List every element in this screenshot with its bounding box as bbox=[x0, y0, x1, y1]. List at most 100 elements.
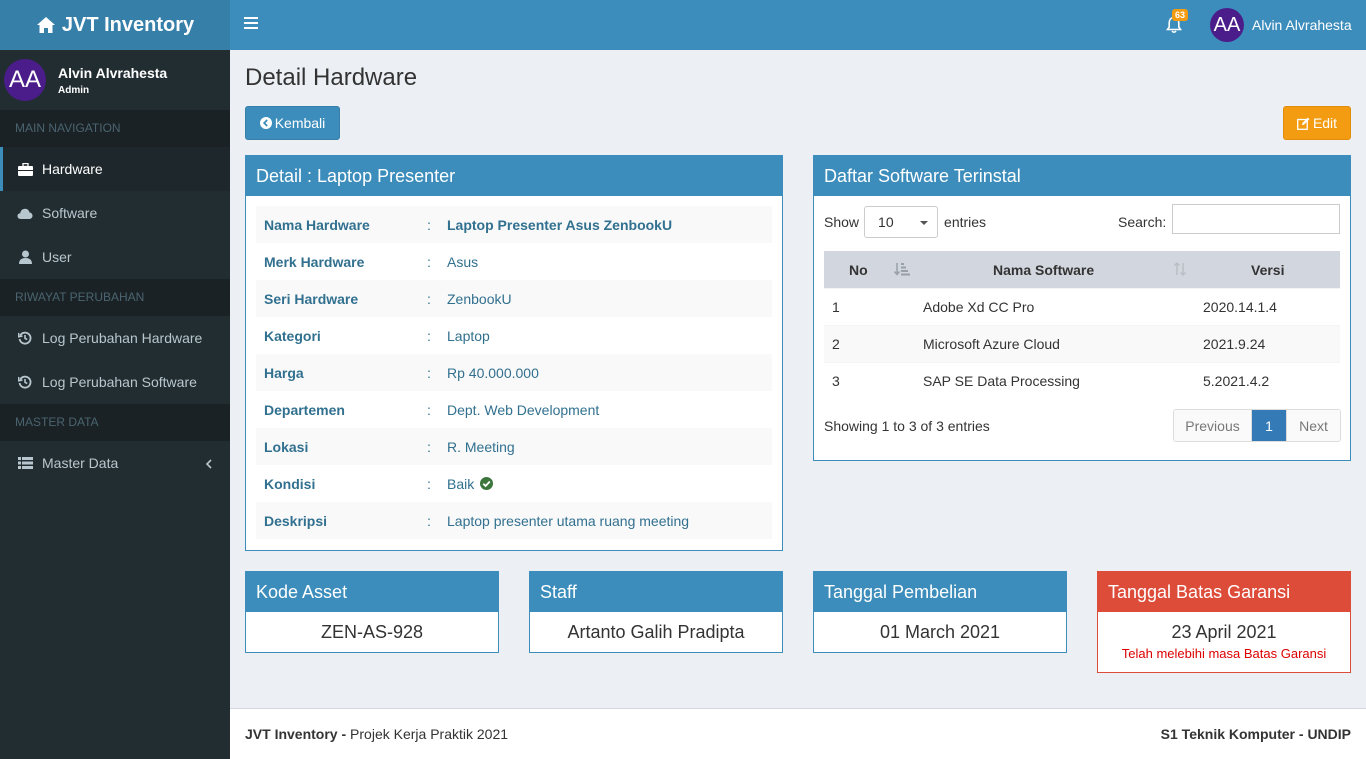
sort-icon[interactable] bbox=[1173, 262, 1187, 279]
table-row: 3 SAP SE Data Processing 5.2021.4.2 bbox=[824, 362, 1340, 399]
caret-down-icon bbox=[920, 221, 929, 225]
datatable-controls: Show 10 entries Search: bbox=[824, 204, 1340, 238]
app-title: JVT Inventory bbox=[61, 13, 195, 36]
nav-header-main: MAIN NAVIGATION bbox=[0, 110, 230, 147]
pagination: Previous 1 Next bbox=[1173, 409, 1341, 442]
briefcase-icon bbox=[17, 161, 33, 177]
footer-brand: JVT Inventory bbox=[245, 726, 338, 742]
software-box: Daftar Software Terinstal Show 10 entrie… bbox=[813, 155, 1351, 461]
back-button[interactable]: Kembali bbox=[245, 106, 340, 140]
detail-row: Harga: Rp 40.000.000 bbox=[256, 354, 772, 391]
table-cell-name: Adobe Xd CC Pro bbox=[923, 299, 1035, 315]
edit-button[interactable]: Edit bbox=[1283, 106, 1351, 140]
nav-header-riwayat: RIWAYAT PERUBAHAN bbox=[0, 279, 230, 316]
history-icon bbox=[17, 374, 33, 390]
table-cell-no: 2 bbox=[832, 336, 840, 352]
sidebar: AA Alvin Alvrahesta Admin MAIN NAVIGATIO… bbox=[0, 50, 230, 759]
table-cell-version: 2020.14.1.4 bbox=[1203, 299, 1277, 315]
detail-row: Nama Hardware: Laptop Presenter Asus Zenb… bbox=[256, 206, 772, 243]
sidebar-item-label: Log Perubahan Software bbox=[42, 374, 197, 390]
detail-value: Baik bbox=[447, 476, 494, 492]
detail-separator: : bbox=[427, 401, 431, 418]
sidebar-item-label: Hardware bbox=[42, 161, 103, 177]
staff-title: Staff bbox=[530, 572, 782, 612]
list-icon bbox=[17, 455, 33, 471]
detail-value: Rp 40.000.000 bbox=[447, 364, 539, 381]
user-name: Alvin Alvrahesta bbox=[1252, 17, 1352, 33]
table-cell-name: SAP SE Data Processing bbox=[923, 373, 1080, 389]
edit-button-label: Edit bbox=[1312, 115, 1338, 131]
pagination-next-button[interactable]: Next bbox=[1286, 410, 1340, 441]
sidebar-toggle-icon[interactable] bbox=[244, 17, 258, 33]
show-label: Show bbox=[824, 214, 860, 230]
detail-key: Merk Hardware bbox=[264, 253, 365, 270]
table-cell-no: 3 bbox=[832, 373, 840, 389]
detail-key: Lokasi bbox=[264, 438, 309, 455]
page-length-value: 10 bbox=[878, 214, 894, 230]
detail-row: Departemen: Dept. Web Development bbox=[256, 391, 772, 428]
detail-box-title: Detail : Laptop Presenter bbox=[246, 156, 782, 196]
warranty-box: Tanggal Batas Garansi 23 April 2021 Tela… bbox=[1097, 571, 1351, 673]
detail-separator: : bbox=[427, 253, 431, 270]
sidebar-item-label: Log Perubahan Hardware bbox=[42, 330, 203, 346]
sidebar-item-log-software[interactable]: Log Perubahan Software bbox=[0, 360, 230, 404]
detail-value: Asus bbox=[447, 253, 479, 270]
sidebar-user-name: Alvin Alvrahesta bbox=[58, 64, 168, 81]
staff-value: Artanto Galih Pradipta bbox=[567, 621, 745, 642]
detail-key: Seri Hardware bbox=[264, 290, 359, 307]
detail-value: ZenbookU bbox=[447, 290, 512, 307]
detail-row: Kondisi: Baik bbox=[256, 465, 772, 502]
sidebar-item-hardware[interactable]: Hardware bbox=[0, 147, 230, 191]
detail-box: Detail : Laptop Presenter Nama Hardware:… bbox=[245, 155, 783, 551]
table-cell-version: 2021.9.24 bbox=[1203, 336, 1266, 352]
column-header-name[interactable]: Nama Software bbox=[923, 262, 1203, 278]
column-header-version[interactable]: Versi bbox=[1203, 262, 1340, 278]
footer-project: Projek Kerja Praktik 2021 bbox=[350, 726, 509, 742]
detail-table: Nama Hardware: Laptop Presenter Asus Zenb… bbox=[256, 206, 772, 539]
pagination-previous-button[interactable]: Previous bbox=[1174, 410, 1252, 441]
footer: JVT Inventory - Projek Kerja Praktik 202… bbox=[230, 708, 1366, 759]
sidebar-user-panel: AA Alvin Alvrahesta Admin bbox=[0, 50, 230, 110]
user-menu[interactable]: AA Alvin Alvrahesta bbox=[1210, 8, 1352, 42]
warranty-title: Tanggal Batas Garansi bbox=[1098, 572, 1350, 612]
purchase-date-value: 01 March 2021 bbox=[879, 621, 1001, 642]
detail-key: Departemen bbox=[264, 401, 345, 418]
footer-dash: - bbox=[341, 726, 347, 742]
purchase-date-title: Tanggal Pembelian bbox=[814, 572, 1066, 612]
detail-row: Lokasi: R. Meeting bbox=[256, 428, 772, 465]
warranty-date-value: 23 April 2021 bbox=[1171, 622, 1277, 642]
purchase-date-box: Tanggal Pembelian 01 March 2021 bbox=[813, 571, 1067, 653]
detail-row: Seri Hardware: ZenbookU bbox=[256, 280, 772, 317]
detail-key: Deskripsi bbox=[264, 512, 328, 529]
sidebar-item-log-hardware[interactable]: Log Perubahan Hardware bbox=[0, 316, 230, 360]
detail-separator: : bbox=[427, 327, 431, 344]
detail-separator: : bbox=[427, 290, 431, 307]
edit-icon bbox=[1296, 117, 1310, 130]
user-icon bbox=[17, 249, 33, 265]
table-info: Showing 1 to 3 of 3 entries bbox=[824, 418, 990, 434]
page-title: Detail Hardware bbox=[245, 64, 418, 91]
asset-code-value: ZEN-AS-928 bbox=[320, 621, 424, 642]
detail-row: Kategori: Laptop bbox=[256, 317, 772, 354]
search-label: Search: bbox=[1118, 214, 1167, 230]
pagination-page-button[interactable]: 1 bbox=[1252, 410, 1286, 441]
sidebar-item-master-data[interactable]: Master Data bbox=[0, 441, 230, 485]
detail-value: Laptop bbox=[447, 327, 490, 344]
sidebar-item-software[interactable]: Software bbox=[0, 191, 230, 235]
cloud-icon bbox=[17, 205, 33, 221]
avatar: AA bbox=[1210, 8, 1244, 42]
sidebar-item-user[interactable]: User bbox=[0, 235, 230, 279]
page-length-select[interactable]: 10 bbox=[864, 206, 939, 238]
detail-value: R. Meeting bbox=[447, 438, 515, 455]
detail-key: Harga bbox=[264, 364, 304, 381]
app-logo[interactable]: JVT Inventory bbox=[0, 0, 230, 50]
staff-box: Staff Artanto Galih Pradipta bbox=[529, 571, 783, 653]
table-row: 2 Microsoft Azure Cloud 2021.9.24 bbox=[824, 325, 1340, 362]
sort-asc-icon[interactable] bbox=[893, 262, 910, 279]
detail-separator: : bbox=[427, 364, 431, 381]
page-length-control: Show 10 entries bbox=[824, 206, 986, 238]
software-box-title: Daftar Software Terinstal bbox=[814, 156, 1350, 196]
table-cell-version: 5.2021.4.2 bbox=[1203, 373, 1270, 389]
detail-key: Kondisi bbox=[264, 475, 316, 492]
search-input[interactable] bbox=[1172, 204, 1340, 234]
